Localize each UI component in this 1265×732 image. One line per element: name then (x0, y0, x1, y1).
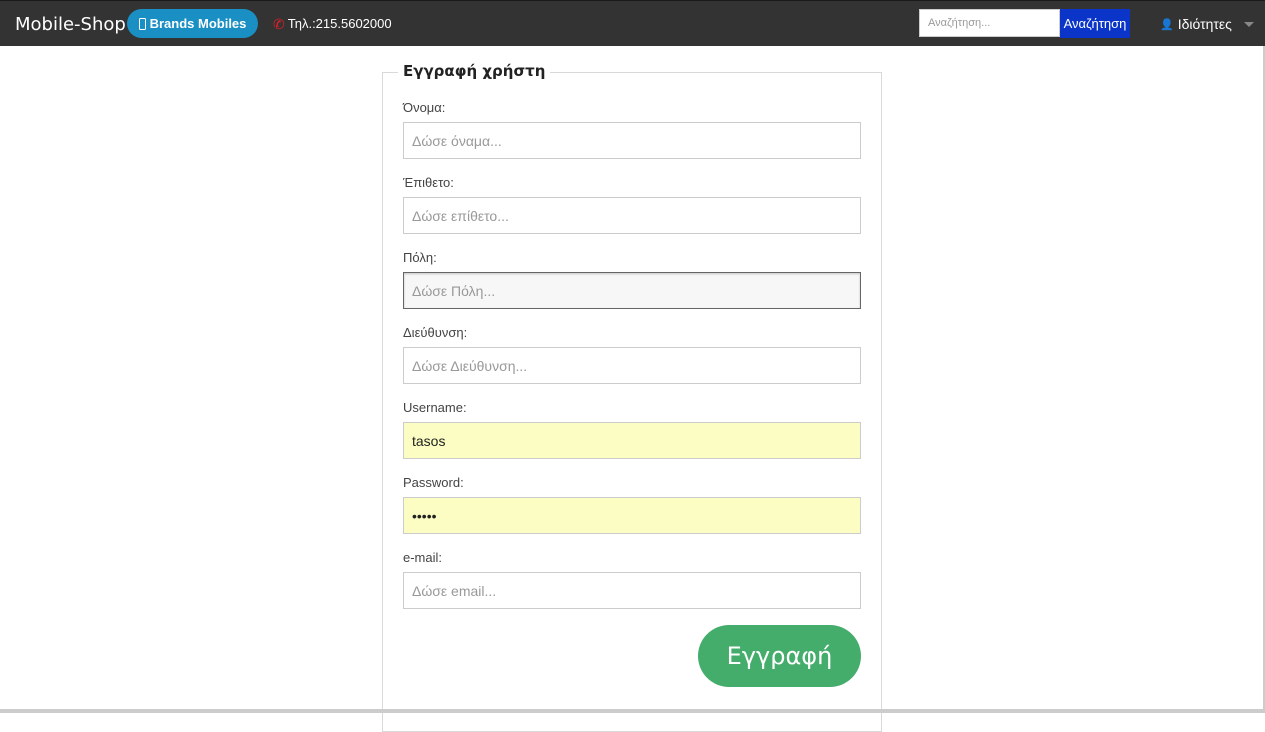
last-name-label: Έπιθετο: (403, 175, 454, 190)
mobile-phone-icon (138, 17, 146, 30)
caret-down-icon (1243, 21, 1254, 27)
register-button[interactable]: Εγγραφή (698, 625, 861, 687)
last-name-input[interactable] (403, 197, 861, 234)
search-button[interactable]: Αναζήτηση (1060, 9, 1130, 38)
user-icon: 👤 (1160, 18, 1174, 31)
address-input[interactable] (403, 347, 861, 384)
search-input[interactable] (919, 9, 1060, 37)
brands-mobiles-label: Brands Mobiles (149, 16, 247, 31)
email-label: e-mail: (403, 550, 443, 565)
password-label: Password: (403, 475, 464, 490)
email-input[interactable] (403, 572, 861, 609)
user-dropdown-label: Ιδιότητες (1177, 16, 1232, 32)
phone-contact: ✆ Τηλ.:215.5602000 (273, 16, 392, 31)
city-label: Πόλη: (403, 250, 437, 265)
first-name-label: Όνομα: (403, 100, 446, 115)
password-input[interactable] (403, 497, 861, 534)
brands-mobiles-button[interactable]: Brands Mobiles (127, 9, 258, 38)
phone-number-text: Τηλ.:215.5602000 (287, 16, 392, 31)
user-dropdown[interactable]: 👤 Ιδιότητες (1160, 16, 1254, 32)
taskbar-edge (0, 709, 1265, 713)
brand-link[interactable]: Mobile-Shop (15, 14, 126, 35)
city-input[interactable] (403, 272, 861, 309)
telephone-icon: ✆ (273, 15, 285, 32)
address-label: Διεύθυνση: (403, 325, 468, 340)
first-name-input[interactable] (403, 122, 861, 159)
form-legend: Εγγραφή χρήστη (398, 62, 551, 80)
top-navbar: Mobile-Shop Brands Mobiles ✆ Τηλ.:215.56… (0, 0, 1265, 46)
username-label: Username: (403, 400, 467, 415)
username-input[interactable] (403, 422, 861, 459)
